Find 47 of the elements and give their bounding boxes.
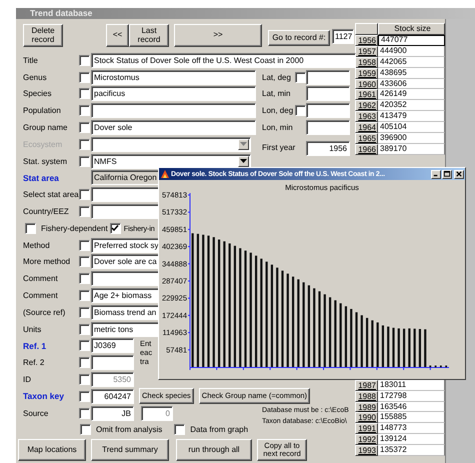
row-header: 1990	[355, 412, 378, 424]
field-label: Genus	[23, 72, 48, 82]
field-label: Lon, min	[262, 123, 293, 132]
field-label: Population	[23, 106, 62, 116]
field-label: Country/EEZ	[23, 207, 70, 216]
row-header: 1964	[355, 122, 378, 134]
checkbox-label: Omit from analysis	[96, 425, 162, 434]
row-header: 1991	[355, 423, 378, 434]
row-header: 1963	[355, 111, 378, 122]
field-label: First year	[262, 142, 296, 152]
field-label: Ref. 2	[23, 358, 46, 368]
row-header: 1957	[355, 46, 378, 57]
field-label: Comment	[23, 274, 59, 284]
field-label: (Source ref)	[23, 308, 66, 317]
field-label: Taxon key	[23, 391, 65, 402]
row-header: 1965	[355, 133, 378, 144]
row-header: 1966	[355, 144, 378, 155]
field-label: Stat. system	[23, 156, 68, 166]
row-header: 1992	[355, 434, 378, 446]
row-header: 1993	[355, 445, 378, 456]
row-header: 1961	[355, 89, 378, 100]
field-label: Stat area	[23, 172, 60, 183]
field-label: Lon, deg	[262, 106, 294, 116]
field-label: Comment	[23, 291, 59, 300]
field-label: Select stat area	[23, 190, 79, 200]
row-header: 1987	[355, 380, 378, 391]
checkbox-label: Fishery-dependent	[41, 224, 108, 233]
column-header: Stock size	[378, 23, 445, 35]
field-label: Title	[23, 56, 39, 65]
field-label: More method	[23, 257, 72, 266]
checkbox-label: Data from graph	[190, 425, 248, 434]
field-label: Species	[23, 89, 52, 98]
field-label: Source	[23, 408, 50, 418]
field-label: Method	[23, 240, 51, 250]
row-header: 1959	[355, 68, 378, 79]
field-label: Units	[23, 324, 42, 334]
row-header: 1956	[355, 35, 378, 46]
field-label: Ref. 1	[23, 340, 48, 351]
row-header: 1962	[355, 100, 378, 112]
row-header: 1989	[355, 402, 378, 412]
window-title: Trend database	[16, 8, 475, 19]
row-header: 1960	[355, 78, 378, 90]
field-label: Lat, min	[262, 89, 290, 98]
row-header: 1988	[355, 390, 378, 402]
field-label: Lat, deg	[262, 72, 291, 82]
field-label: Group name	[23, 123, 68, 132]
field-label: ID	[23, 375, 32, 384]
